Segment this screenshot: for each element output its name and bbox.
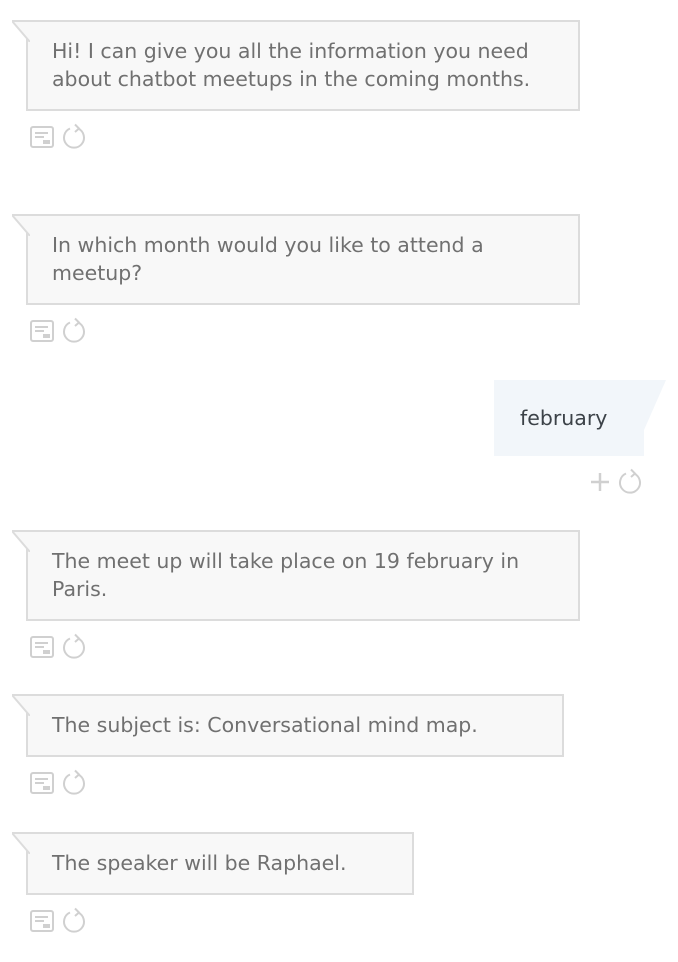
bubble-tail [12, 694, 30, 716]
bot-message-text: The meet up will take place on 19 februa… [52, 549, 520, 601]
bot-message: The meet up will take place on 19 februa… [0, 530, 580, 661]
bubble-tail [644, 380, 666, 430]
bot-message: The subject is: Conversational mind map. [0, 694, 564, 797]
bot-bubble: The meet up will take place on 19 februa… [12, 530, 580, 621]
replay-icon[interactable] [60, 907, 88, 935]
bubble-tail [12, 832, 30, 854]
card-icon[interactable] [28, 907, 56, 935]
plus-icon[interactable] [586, 468, 614, 496]
bot-message-text: Hi! I can give you all the information y… [52, 39, 531, 91]
bot-message: Hi! I can give you all the information y… [0, 20, 580, 151]
bot-message-text: The speaker will be Raphael. [52, 851, 347, 875]
message-actions [28, 769, 564, 797]
bot-message-text: In which month would you like to attend … [52, 233, 484, 285]
replay-icon[interactable] [60, 769, 88, 797]
replay-icon[interactable] [60, 317, 88, 345]
card-icon[interactable] [28, 633, 56, 661]
replay-icon[interactable] [60, 123, 88, 151]
user-message: february [494, 380, 666, 496]
bot-message: The speaker will be Raphael. [0, 832, 414, 935]
replay-icon[interactable] [60, 633, 88, 661]
message-actions [28, 123, 580, 151]
replay-icon[interactable] [616, 468, 644, 496]
bubble-tail [12, 214, 30, 236]
card-icon[interactable] [28, 317, 56, 345]
card-icon[interactable] [28, 769, 56, 797]
bot-bubble: Hi! I can give you all the information y… [12, 20, 580, 111]
bot-bubble: The speaker will be Raphael. [12, 832, 414, 895]
card-icon[interactable] [28, 123, 56, 151]
user-message-text: february [520, 406, 608, 430]
user-bubble: february [494, 380, 666, 456]
bot-bubble: The subject is: Conversational mind map. [12, 694, 564, 757]
message-actions [28, 633, 580, 661]
bot-bubble: In which month would you like to attend … [12, 214, 580, 305]
message-actions [28, 317, 580, 345]
bot-message-text: The subject is: Conversational mind map. [52, 713, 478, 737]
bot-message: In which month would you like to attend … [0, 214, 580, 345]
bubble-tail [12, 20, 30, 42]
message-actions [494, 468, 644, 496]
bubble-tail [12, 530, 30, 552]
message-actions [28, 907, 414, 935]
